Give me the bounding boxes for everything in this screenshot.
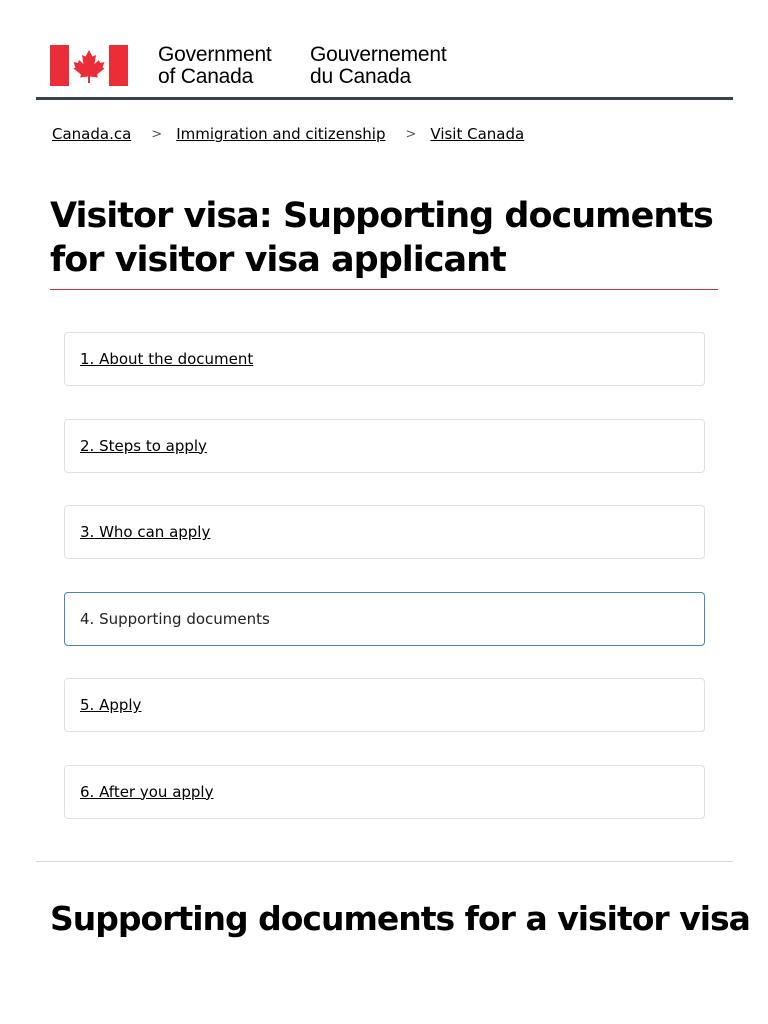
step-link-after-you-apply[interactable]: 6. After you apply (80, 783, 213, 801)
page-title: Visitor visa: Supporting documents for v… (50, 194, 718, 290)
site-header: Government of Canada Gouvernement du Can… (36, 0, 733, 100)
breadcrumb-separator: > (405, 126, 417, 142)
breadcrumb: Canada.ca > Immigration and citizenship … (52, 122, 524, 146)
breadcrumb-separator: > (151, 126, 163, 142)
signature-fr-line2: du Canada (310, 65, 411, 88)
signature-en-line2: of Canada (158, 65, 254, 88)
step-item-apply[interactable]: 5. Apply (64, 678, 705, 732)
step-item-who-can-apply[interactable]: 3. Who can apply (64, 505, 705, 559)
signature-fr-line1: Gouvernement (310, 43, 447, 66)
step-list: 1. About the document 2. Steps to apply … (64, 332, 705, 851)
signature-en-line1: Government (158, 43, 272, 66)
breadcrumb-link-immigration[interactable]: Immigration and citizenship (176, 125, 385, 143)
step-item-about[interactable]: 1. About the document (64, 332, 705, 386)
government-of-canada-signature-en[interactable]: Government of Canada (158, 44, 272, 88)
step-item-supporting-documents: 4. Supporting documents (64, 591, 705, 646)
step-link-apply[interactable]: 5. Apply (80, 696, 141, 714)
step-link-about[interactable]: 1. About the document (80, 350, 253, 368)
breadcrumb-link-canada-ca[interactable]: Canada.ca (52, 125, 131, 143)
step-item-after-you-apply[interactable]: 6. After you apply (64, 764, 705, 819)
government-of-canada-signature-fr[interactable]: Gouvernement du Canada (310, 44, 447, 88)
breadcrumb-link-visit-canada[interactable]: Visit Canada (430, 125, 524, 143)
step-link-who-can-apply[interactable]: 3. Who can apply (80, 523, 210, 541)
section-title: Supporting documents for a visitor visa (50, 899, 751, 938)
canada-flag-icon[interactable] (50, 45, 128, 86)
step-link-steps-to-apply[interactable]: 2. Steps to apply (80, 437, 207, 455)
step-current-supporting-documents: 4. Supporting documents (80, 609, 270, 628)
step-item-steps-to-apply[interactable]: 2. Steps to apply (64, 418, 705, 473)
section-divider (36, 861, 733, 862)
